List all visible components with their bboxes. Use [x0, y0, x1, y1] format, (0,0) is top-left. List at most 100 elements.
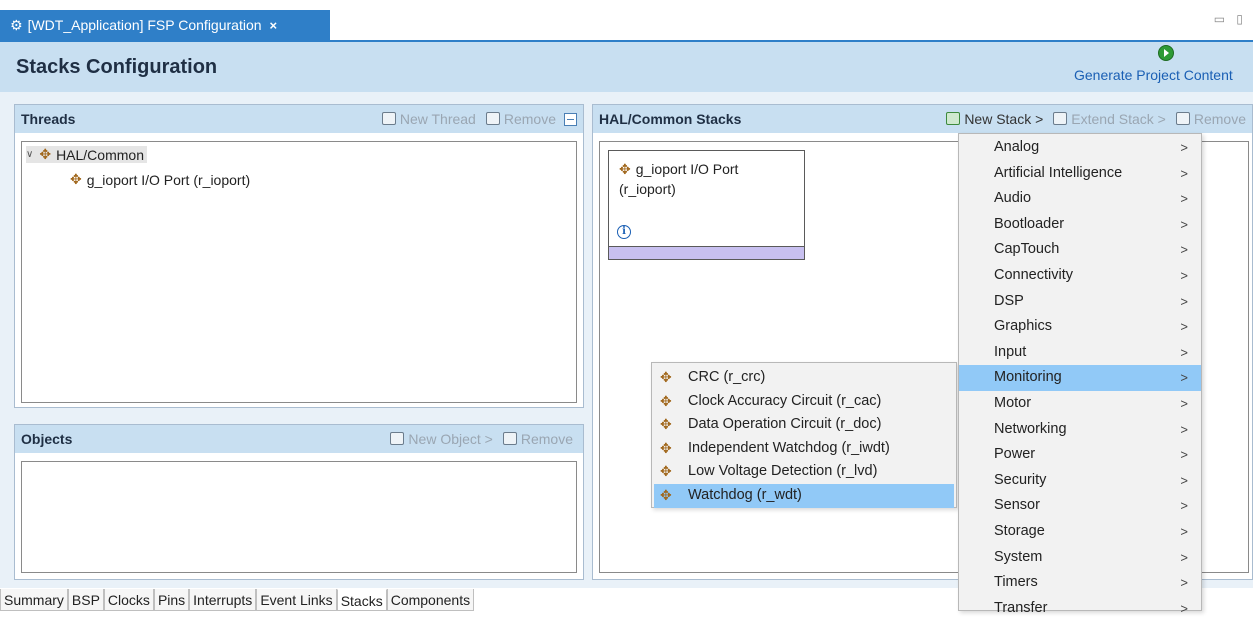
menu-item-label: Transfer — [994, 599, 1048, 616]
menu-item-networking[interactable]: Networking > — [959, 417, 1201, 443]
menu-item-motor[interactable]: Motor > — [959, 391, 1201, 417]
submenu-item-label: CRC (r_crc) — [688, 369, 766, 385]
submenu-item-label: Data Operation Circuit (r_doc) — [688, 416, 882, 433]
close-icon[interactable]: × — [270, 18, 278, 33]
module-icon: ✥ — [660, 392, 672, 409]
menu-item-label: Timers — [994, 574, 1038, 591]
remove-icon — [485, 112, 500, 125]
menu-item-label: Artificial Intelligence — [994, 164, 1123, 181]
chevron-right-icon: > — [1180, 242, 1188, 258]
remove-object-button[interactable]: Remove — [502, 431, 573, 447]
extend-stack-button[interactable]: Extend Stack > — [1053, 111, 1166, 127]
new-stack-label: New Stack > — [964, 111, 1044, 127]
extend-stack-icon — [1053, 112, 1068, 125]
new-thread-icon — [381, 112, 396, 125]
module-status-bar — [609, 246, 804, 259]
remove-stack-button[interactable]: Remove — [1175, 111, 1246, 127]
menu-item-input[interactable]: Input > — [959, 340, 1201, 366]
chevron-right-icon: > — [1180, 268, 1188, 283]
new-stack-button[interactable]: New Stack > — [946, 111, 1043, 127]
menu-item-monitoring[interactable]: Monitoring > — [959, 365, 1201, 391]
menu-item-dsp[interactable]: DSP > — [959, 289, 1201, 315]
menu-item-label: Sensor — [994, 497, 1040, 514]
remove-stack-label: Remove — [1193, 111, 1246, 127]
menu-item-timers[interactable]: Timers > — [959, 570, 1201, 596]
module-icon: ✥ — [70, 171, 82, 187]
new-thread-label: New Thread — [399, 111, 476, 127]
menu-item-label: Power — [994, 446, 1036, 463]
menu-item-label: DSP — [994, 292, 1024, 309]
chevron-right-icon: > — [1180, 293, 1188, 309]
menu-item-label: Audio — [994, 190, 1032, 207]
remove-icon — [502, 432, 517, 445]
objects-list[interactable] — [21, 461, 577, 573]
menu-item-system[interactable]: System > — [959, 545, 1201, 571]
gear-icon: ⚙ — [10, 16, 23, 33]
tab-bsp[interactable]: BSP — [67, 589, 104, 611]
menu-item-security[interactable]: Security > — [959, 468, 1201, 494]
menu-item-artificial-intelligence[interactable]: Artificial Intelligence > — [959, 161, 1201, 187]
new-object-button[interactable]: New Object > — [390, 431, 493, 447]
play-icon[interactable] — [1158, 45, 1174, 61]
menu-item-connectivity[interactable]: Connectivity > — [959, 263, 1201, 289]
remove-icon — [1175, 112, 1190, 125]
chevron-right-icon: > — [1180, 140, 1188, 155]
menu-item-label: Analog — [994, 139, 1040, 155]
menu-item-analog[interactable]: Analog > — [959, 135, 1201, 161]
tab-components[interactable]: Components — [386, 589, 475, 611]
menu-item-audio[interactable]: Audio > — [959, 186, 1201, 212]
menu-item-graphics[interactable]: Graphics > — [959, 314, 1201, 340]
chevron-down-icon[interactable]: ∨ — [26, 149, 33, 160]
menu-item-captouch[interactable]: CapTouch > — [959, 237, 1201, 263]
submenu-item-iwdt[interactable]: ✥ Independent Watchdog (r_iwdt) — [654, 437, 954, 461]
tab-interrupts[interactable]: Interrupts — [189, 589, 257, 611]
page-tab-bar: Summary BSP Clocks Pins Interrupts Event… — [0, 589, 475, 611]
submenu-item-wdt[interactable]: ✥ Watchdog (r_wdt) — [654, 484, 954, 508]
tab-summary[interactable]: Summary — [0, 589, 68, 611]
menu-item-label: Motor — [994, 395, 1032, 411]
tab-pins[interactable]: Pins — [153, 589, 190, 611]
objects-panel-header: Objects New Object > Remove — [15, 425, 583, 453]
menu-item-power[interactable]: Power > — [959, 442, 1201, 468]
chevron-right-icon: > — [1180, 421, 1188, 437]
window-controls[interactable]: ▭ ▯ — [1214, 12, 1247, 26]
module-title: ✥ g_ioport I/O Port (r_ioport) — [619, 159, 738, 199]
chevron-right-icon: > — [1180, 575, 1188, 591]
info-icon[interactable]: i — [617, 225, 631, 239]
page-title: Stacks Configuration — [16, 56, 218, 78]
menu-item-sensor[interactable]: Sensor > — [959, 493, 1201, 519]
tab-clocks[interactable]: Clocks — [103, 589, 154, 611]
menu-item-storage[interactable]: Storage > — [959, 519, 1201, 545]
submenu-item-doc[interactable]: ✥ Data Operation Circuit (r_doc) — [654, 413, 954, 437]
objects-title: Objects — [21, 431, 73, 447]
chevron-right-icon: > — [1180, 472, 1188, 488]
submenu-item-label: Clock Accuracy Circuit (r_cac) — [688, 392, 882, 409]
new-stack-category-menu: Analog > Artificial Intelligence > Audio > … — [958, 133, 1202, 616]
tab-event-links[interactable]: Event Links — [256, 589, 337, 611]
submenu-item-lvd[interactable]: ✥ Low Voltage Detection (r_lvd) — [654, 460, 954, 484]
tab-stacks[interactable]: Stacks — [336, 589, 387, 611]
new-object-icon — [390, 432, 405, 445]
submenu-item-label: Watchdog (r_wdt) — [688, 487, 802, 503]
menu-item-label: Networking — [994, 420, 1067, 437]
tree-item-hal-common[interactable]: ∨ ✥ HAL/Common — [26, 146, 147, 163]
menu-item-label: Bootloader — [994, 215, 1065, 232]
collapse-icon[interactable] — [564, 112, 577, 126]
submenu-item-cac[interactable]: ✥ Clock Accuracy Circuit (r_cac) — [654, 390, 954, 414]
editor-tab[interactable]: ⚙ [WDT_Application] FSP Configuration × — [0, 10, 330, 40]
generate-project-content-link[interactable]: Generate Project Content — [1074, 67, 1233, 83]
extend-stack-label: Extend Stack > — [1071, 111, 1166, 127]
menu-item-label: Input — [994, 343, 1027, 360]
remove-thread-button[interactable]: Remove — [485, 111, 556, 127]
chevron-right-icon: > — [1180, 370, 1188, 386]
threads-tree[interactable]: ∨ ✥ HAL/Common ✥ g_ioport I/O Port (r_io… — [21, 141, 577, 403]
new-thread-button[interactable]: New Thread — [381, 111, 476, 127]
chevron-right-icon: > — [1180, 319, 1188, 335]
hal-stacks-panel-header: HAL/Common Stacks New Stack > Extend Sta… — [593, 105, 1252, 133]
menu-item-transfer[interactable]: Transfer > — [959, 596, 1201, 621]
tree-item-g-ioport[interactable]: ✥ g_ioport I/O Port (r_ioport) — [70, 171, 250, 188]
remove-object-label: Remove — [520, 431, 573, 447]
module-block-g-ioport[interactable]: ✥ g_ioport I/O Port (r_ioport) i — [608, 150, 805, 260]
menu-item-bootloader[interactable]: Bootloader > — [959, 212, 1201, 238]
submenu-item-crc[interactable]: ✥ CRC (r_crc) — [654, 366, 954, 390]
